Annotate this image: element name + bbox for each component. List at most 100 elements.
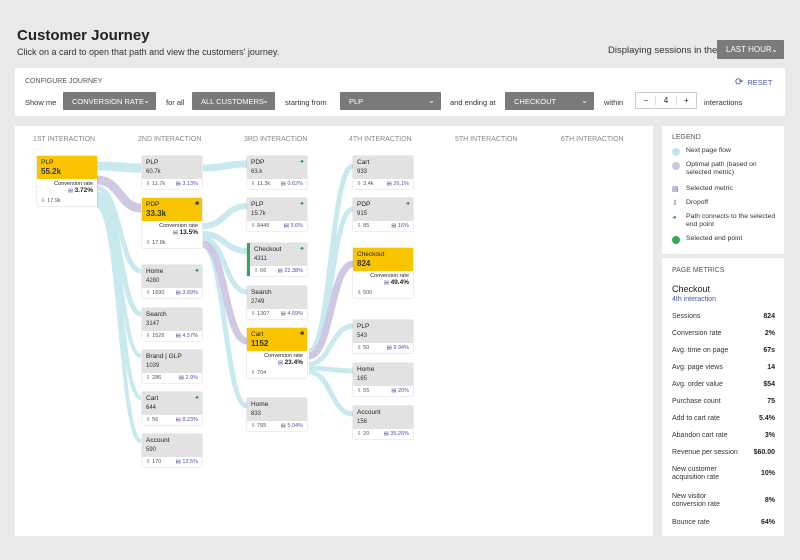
journey-card-plp[interactable]: PLP 15.7k -● ⇩ 8445 ▤ 3.6% xyxy=(247,198,307,231)
card-header: PDP 33.3k -■ xyxy=(142,198,202,221)
card-header: Checkout 4311 -● xyxy=(250,243,307,266)
card-header: Home 833 xyxy=(247,398,307,421)
journey-card-home[interactable]: Home 4280 -● ⇩ 1690 ▤ 3.69% xyxy=(142,265,202,298)
card-value: 2749 xyxy=(251,299,265,305)
card-header: Checkout 824 xyxy=(353,248,413,271)
card-value: 33.3k xyxy=(146,209,167,218)
journey-card-checkout[interactable]: Checkout 4311 -● ⇩ 66 ▤ 22.38% xyxy=(247,243,307,276)
card-page-name: Search xyxy=(146,311,167,318)
metric-dropdown[interactable]: CONVERSION RATE ⌄ xyxy=(63,92,156,110)
metric-value: 3.6% xyxy=(290,223,303,229)
metrics-page-name: Checkout xyxy=(672,284,711,294)
stepper-plus-button[interactable]: + xyxy=(677,96,696,105)
card-page-name: Home xyxy=(357,366,375,373)
metric-label: Bounce rate xyxy=(672,519,710,526)
journey-card-cart[interactable]: Cart 644 -● ⇩ 56 ▤ 8.23% xyxy=(142,392,202,425)
dropoff-icon: ⇩ xyxy=(146,375,151,381)
metrics-interaction-label: 4th interaction xyxy=(672,296,716,303)
time-range-dropdown[interactable]: LAST HOUR ⌄ xyxy=(717,40,784,59)
card-value: 55.2k xyxy=(41,167,62,176)
metric-value: 8% xyxy=(764,497,775,505)
card-footer: ⇩ 3.4k ▤ 26.1% xyxy=(353,179,413,189)
reset-button[interactable]: ⟳ RESET xyxy=(735,77,772,88)
legend-panel: LEGEND Next page flow Optimal path (base… xyxy=(662,126,784,254)
card-footer: ⇩ 66 ▤ 22.38% xyxy=(250,266,307,276)
journey-card-plp[interactable]: PLP 543 ⇩ 50 ▤ 9.94% xyxy=(353,320,413,353)
journey-card-brand-glp[interactable]: Brand | GLP 1039 ⇩ 286 ▤ 2.9% xyxy=(142,350,202,383)
card-page-name: Home xyxy=(251,401,269,408)
metric-value: 26.1% xyxy=(393,181,409,187)
flow-link xyxy=(308,365,354,374)
stepper-minus-button[interactable]: − xyxy=(636,96,655,105)
journey-card-checkout[interactable]: Checkout 824 Conversion rate ▤ 49.4% ⇩ 500 xyxy=(353,248,413,298)
segment-dropdown[interactable]: ALL CUSTOMERS ⌄ xyxy=(192,92,275,110)
card-footer: ⇩ 17.8k xyxy=(142,238,202,248)
dropoff-icon: ⇩ xyxy=(672,200,678,207)
journey-card-home[interactable]: Home 165 ⇩ 55 ▤ 20% xyxy=(353,363,413,396)
metric-value: $60.00 xyxy=(753,449,775,456)
card-header: PDP 915 -● xyxy=(353,198,413,221)
start-page-value: PLP xyxy=(349,96,364,106)
card-page-name: PDP xyxy=(146,201,160,208)
card-header: Account 156 xyxy=(353,406,413,429)
endpoint-connector-icon: -■ xyxy=(194,201,199,207)
end-page-dropdown[interactable]: CHECKOUT ⌄ xyxy=(505,92,594,110)
journey-card-cart[interactable]: Cart 933 ⇩ 3.4k ▤ 26.1% xyxy=(353,156,413,189)
journey-card-pdp[interactable]: PDP 915 -● ⇩ 85 ▤ 16% xyxy=(353,198,413,231)
dropoff-icon: ⇩ xyxy=(357,345,362,351)
start-page-dropdown[interactable]: PLP ⌄ xyxy=(340,92,441,110)
journey-card-search[interactable]: Search 2749 ⇩ 1307 ▤ 4.69% xyxy=(247,286,307,319)
dropoff-count: 765 xyxy=(257,423,267,429)
card-page-name: PLP xyxy=(41,159,54,166)
endpoint-connector-icon: -● xyxy=(299,246,304,252)
card-value: 915 xyxy=(357,211,368,217)
card-header: PLP 15.7k -● xyxy=(247,198,307,221)
metric-value: 3.13% xyxy=(182,181,198,187)
bar-chart-icon: ▤ xyxy=(386,345,392,351)
dropoff-icon: ⇩ xyxy=(251,223,256,229)
card-page-name: Account xyxy=(146,437,170,444)
card-header: PLP 543 xyxy=(353,320,413,343)
conversion-value: 23.4% xyxy=(284,359,303,366)
journey-card-home[interactable]: Home 833 ⇩ 765 ▤ 5.04% xyxy=(247,398,307,431)
metric-label: Add to cart rate xyxy=(672,415,720,422)
dropoff-count: 1690 xyxy=(152,290,165,296)
journey-card-plp[interactable]: PLP 55.2k Conversion rate ▤ 3.72% ⇩ 17.9k xyxy=(37,156,97,206)
legend-item-next-page-flow: Next page flow xyxy=(672,147,780,156)
card-page-name: Home xyxy=(146,268,164,275)
journey-card-account[interactable]: Account 156 ⇩ 20 ▤ 35.26% xyxy=(353,406,413,439)
dropoff-icon: ⇩ xyxy=(251,370,256,376)
endpoint-connector-icon: -● xyxy=(194,268,199,274)
green-dot-icon xyxy=(672,236,680,244)
journey-card-plp[interactable]: PLP 60.7k ⇩ 11.7k ▤ 3.13% xyxy=(142,156,202,189)
journey-card-pdp[interactable]: PDP 33.3k -■ Conversion rate ▤ 13.5% ⇩ 17.8k xyxy=(142,198,202,248)
config-title: CONFIGURE JOURNEY xyxy=(25,78,103,85)
journey-card-cart[interactable]: Cart 1152 -■ Conversion rate ▤ 23.4% ⇩ 704 xyxy=(247,328,307,378)
card-conversion: Conversion rate ▤ 13.5% xyxy=(142,221,202,238)
stepper-value[interactable]: 4 xyxy=(655,96,677,105)
bar-chart-icon: ▤ xyxy=(175,181,181,187)
metric-row: Conversion rate 2% xyxy=(672,330,775,338)
journey-card-pdp[interactable]: PDP 63.k -● ⇩ 11.3k ▤ 0.62% xyxy=(247,156,307,189)
bar-chart-icon: ▤ xyxy=(175,417,181,423)
journey-card-search[interactable]: Search 3147 ⇩ 1526 ▤ 4.57% xyxy=(142,308,202,341)
card-footer: ⇩ 11.7k ▤ 3.13% xyxy=(142,179,202,189)
flow-link xyxy=(202,160,248,172)
purple-dot-icon xyxy=(672,162,680,170)
show-me-label: Show me xyxy=(25,98,57,107)
dropoff-count: 50 xyxy=(363,345,370,351)
interactions-stepper[interactable]: − 4 + xyxy=(635,92,697,109)
card-page-name: Cart xyxy=(357,159,370,166)
metric-value: 22.38% xyxy=(284,268,303,274)
journey-card-account[interactable]: Account 590 ⇩ 170 ▤ 12.5% xyxy=(142,434,202,467)
dropoff-count: 8445 xyxy=(257,223,270,229)
dropoff-icon: ⇩ xyxy=(41,198,46,204)
bar-chart-icon: ▤ xyxy=(178,375,184,381)
chevron-down-icon: ⌄ xyxy=(581,96,588,106)
chevron-down-icon: ⌄ xyxy=(143,96,150,106)
chevron-down-icon: ⌄ xyxy=(262,96,269,106)
card-footer: ⇩ 50 ▤ 9.94% xyxy=(353,343,413,353)
dropoff-count: 11.7k xyxy=(152,181,166,187)
dropoff-count: 20 xyxy=(363,431,370,437)
legend-item-selected-metric: ▤ Selected metric xyxy=(672,185,733,193)
